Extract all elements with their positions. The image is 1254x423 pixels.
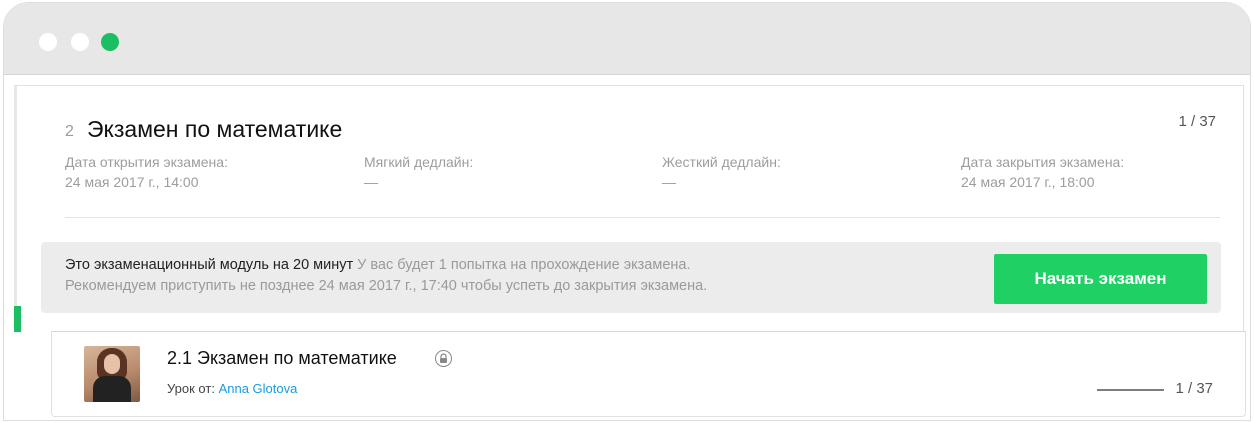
module-card: 2 Экзамен по математике 1 / 37 Дата откр… bbox=[14, 85, 1244, 332]
meta-label: Мягкий дедлайн: bbox=[364, 154, 474, 170]
lesson-author-avatar bbox=[84, 346, 140, 402]
lesson-progress-count: 1 / 37 bbox=[1175, 380, 1213, 397]
meta-value: 24 мая 2017 г., 14:00 bbox=[65, 174, 199, 190]
meta-label: Жесткий дедлайн: bbox=[662, 154, 781, 170]
page-content: 2 Экзамен по математике 1 / 37 Дата откр… bbox=[4, 75, 1250, 420]
lesson-author-prefix: Урок от: bbox=[167, 381, 219, 396]
exam-attempts-text: У вас будет 1 попытка на прохождение экз… bbox=[353, 257, 691, 273]
exam-notice-line-1: Это экзаменационный модуль на 20 минут У… bbox=[65, 255, 707, 276]
module-accent-bar bbox=[14, 86, 21, 332]
browser-titlebar bbox=[4, 3, 1250, 75]
module-accent-track bbox=[14, 86, 17, 306]
exam-notice: Это экзаменационный модуль на 20 минут У… bbox=[41, 242, 1221, 313]
exam-recommendation-text: Рекомендуем приступить не позднее 24 мая… bbox=[65, 278, 708, 294]
browser-window: 2 Экзамен по математике 1 / 37 Дата откр… bbox=[3, 2, 1251, 421]
window-maximize-dot-icon[interactable] bbox=[101, 33, 119, 51]
meta-soft-deadline: Мягкий дедлайн: — bbox=[364, 152, 473, 192]
meta-label: Дата открытия экзамена: bbox=[65, 154, 228, 170]
exam-duration-text: Это экзаменационный модуль на 20 минут bbox=[65, 257, 354, 273]
meta-value: — bbox=[662, 174, 676, 190]
lesson-progress-bar bbox=[1097, 389, 1164, 391]
module-title[interactable]: Экзамен по математике bbox=[87, 116, 342, 143]
module-progress-count: 1 / 37 bbox=[1178, 113, 1216, 130]
lock-glyph-icon bbox=[440, 353, 447, 363]
exam-notice-text: Это экзаменационный модуль на 20 минут У… bbox=[65, 255, 707, 297]
avatar-body bbox=[93, 376, 131, 402]
window-close-dot-icon[interactable] bbox=[39, 33, 57, 51]
lesson-title[interactable]: 2.1 Экзамен по математике bbox=[167, 348, 397, 369]
meta-value: — bbox=[364, 174, 378, 190]
meta-open-date: Дата открытия экзамена: 24 мая 2017 г., … bbox=[65, 152, 228, 192]
module-accent-indicator bbox=[14, 306, 21, 332]
lesson-author: Урок от: Anna Glotova bbox=[167, 381, 297, 396]
lock-icon bbox=[435, 350, 452, 367]
meta-close-date: Дата закрытия экзамена: 24 мая 2017 г., … bbox=[961, 152, 1124, 192]
meta-hard-deadline: Жесткий дедлайн: — bbox=[662, 152, 781, 192]
avatar-face bbox=[104, 354, 120, 374]
section-divider bbox=[65, 217, 1220, 218]
meta-value: 24 мая 2017 г., 18:00 bbox=[961, 174, 1095, 190]
module-number: 2 bbox=[65, 123, 74, 140]
window-minimize-dot-icon[interactable] bbox=[71, 33, 89, 51]
lesson-row[interactable]: 2.1 Экзамен по математике Урок от: Anna … bbox=[51, 331, 1246, 417]
start-exam-button[interactable]: Начать экзамен bbox=[994, 254, 1207, 304]
lesson-author-link[interactable]: Anna Glotova bbox=[219, 381, 298, 396]
meta-label: Дата закрытия экзамена: bbox=[961, 154, 1125, 170]
